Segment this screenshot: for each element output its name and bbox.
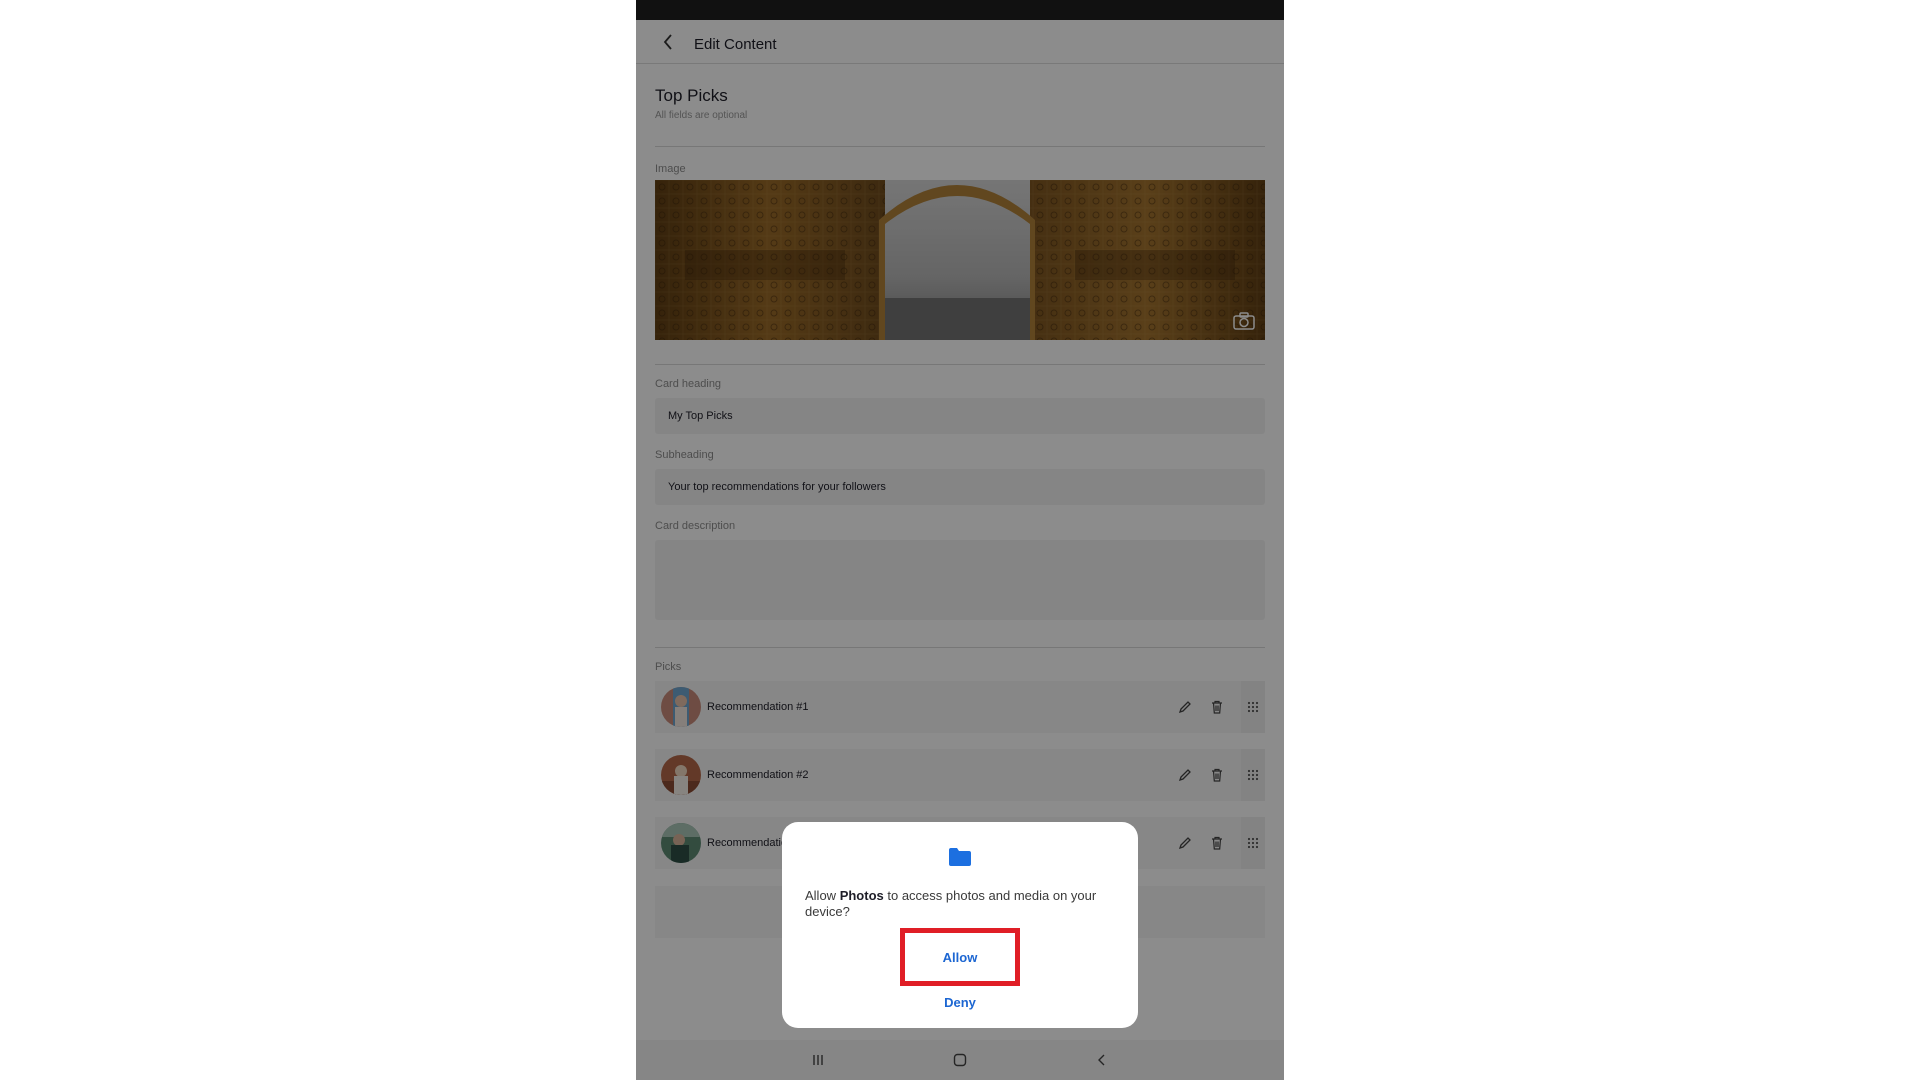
permission-dialog: Allow Photos to access photos and media … bbox=[782, 822, 1138, 1028]
message-prefix: Allow bbox=[805, 888, 840, 903]
permission-message: Allow Photos to access photos and media … bbox=[805, 888, 1121, 920]
allow-button[interactable]: Allow bbox=[905, 933, 1015, 981]
folder-icon bbox=[949, 848, 971, 866]
phone-screen: Edit Content Top Picks All fields are op… bbox=[636, 0, 1284, 1080]
deny-button[interactable]: Deny bbox=[910, 988, 1010, 1016]
app-name: Photos bbox=[839, 888, 884, 903]
allow-highlight-box: Allow bbox=[900, 928, 1020, 986]
